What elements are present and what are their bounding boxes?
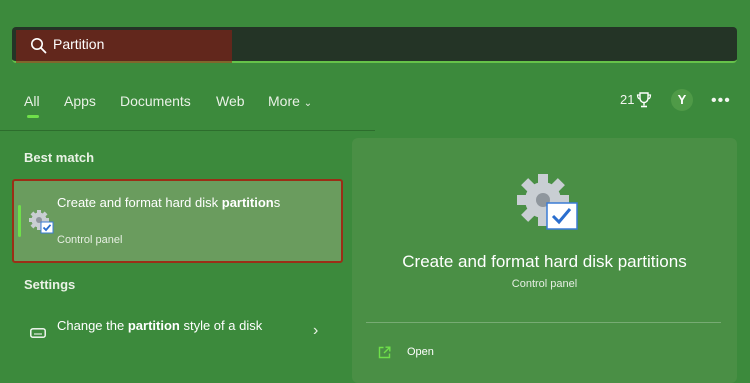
- trophy-icon[interactable]: [636, 91, 652, 109]
- rewards-points: 21: [620, 92, 635, 107]
- best-match-result[interactable]: Create and format hard disk partitions C…: [12, 179, 343, 263]
- settings-text-part: Change the: [57, 318, 128, 333]
- settings-text-bold: partition: [127, 318, 180, 333]
- divider: [0, 130, 375, 131]
- tab-all[interactable]: All: [24, 93, 40, 109]
- search-icon: [31, 38, 47, 54]
- settings-text-tail: style of a disk: [179, 318, 263, 333]
- best-match-title: Create and format hard disk partitions: [57, 193, 297, 213]
- avatar[interactable]: Y: [671, 89, 693, 111]
- open-label: Open: [407, 346, 434, 358]
- best-match-title-bold: partition: [221, 195, 274, 210]
- search-highlight: [16, 30, 232, 63]
- tab-documents[interactable]: Documents: [120, 93, 191, 109]
- preview-pane: Create and format hard disk partitions C…: [352, 138, 737, 383]
- selection-accent: [18, 205, 21, 237]
- search-box[interactable]: Partition: [12, 27, 737, 63]
- tab-more-label: More: [268, 93, 300, 109]
- best-match-title-tail: s: [273, 195, 281, 210]
- open-external-icon: [378, 346, 391, 359]
- best-match-heading: Best match: [24, 150, 95, 165]
- settings-result-text: Change the partition style of a disk: [57, 316, 297, 336]
- best-match-subtitle: Control panel: [57, 234, 123, 246]
- more-options-icon[interactable]: •••: [711, 92, 731, 110]
- preview-subtitle: Control panel: [511, 278, 578, 290]
- chevron-down-icon: ⌄: [303, 98, 313, 109]
- best-match-title-part: Create and format hard disk: [57, 195, 222, 210]
- drive-icon: [30, 328, 46, 338]
- tab-more[interactable]: More ⌄: [268, 93, 312, 109]
- tab-apps[interactable]: Apps: [64, 93, 96, 109]
- active-tab-indicator: [27, 115, 39, 118]
- gear-check-icon: [29, 210, 54, 234]
- divider: [366, 322, 721, 323]
- tab-web[interactable]: Web: [216, 93, 245, 109]
- preview-title: Create and format hard disk partitions: [402, 252, 687, 271]
- settings-heading: Settings: [24, 277, 76, 292]
- chevron-right-icon[interactable]: ›: [313, 322, 318, 340]
- search-input[interactable]: Partition: [53, 36, 104, 52]
- settings-result[interactable]: Change the partition style of a disk ›: [12, 310, 343, 360]
- gear-check-icon: [517, 174, 578, 230]
